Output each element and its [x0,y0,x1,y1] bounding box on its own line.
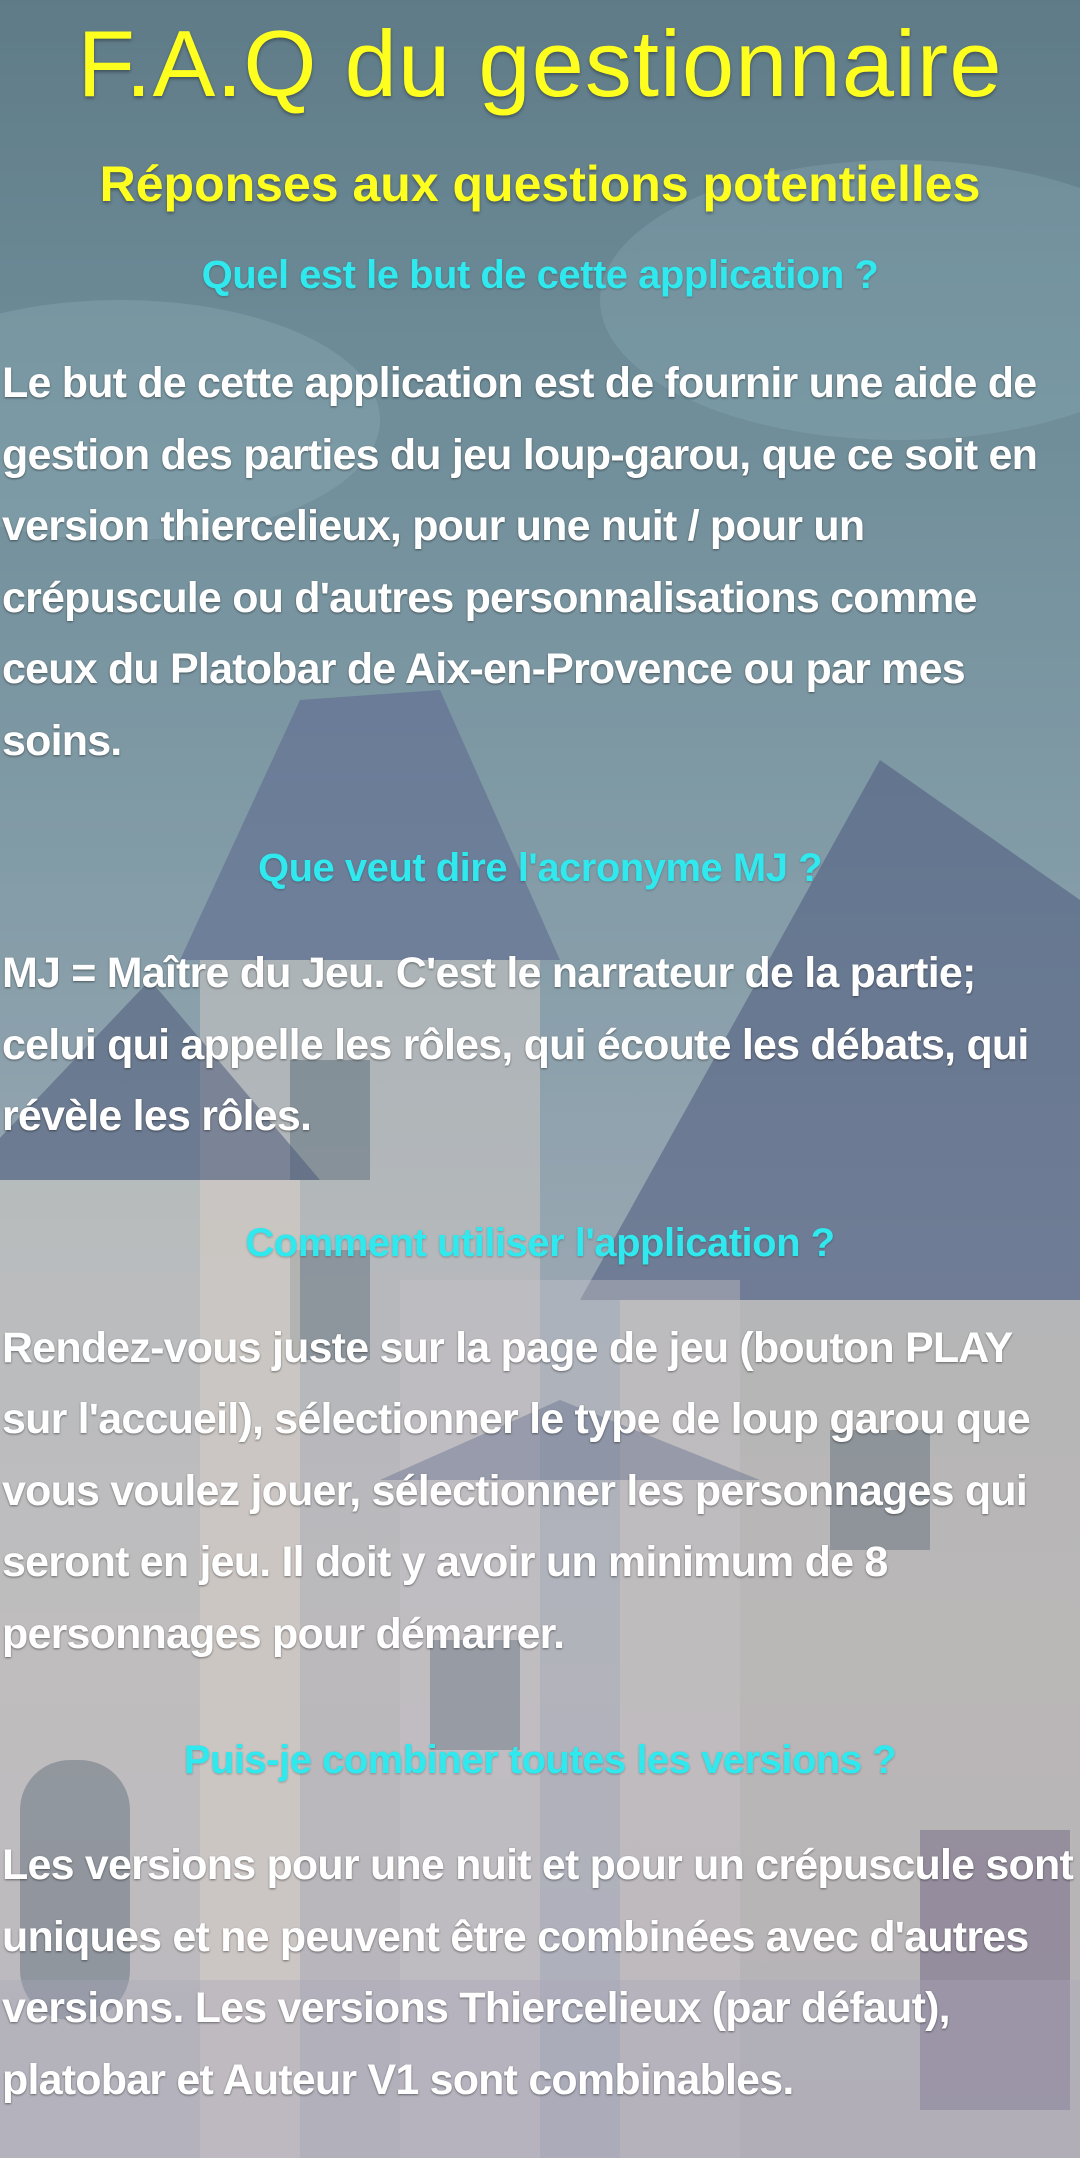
page-subtitle: Réponses aux questions potentielles [99,156,981,212]
faq-answer: Les versions pour une nuit et pour un cr… [2,1841,1074,2104]
faq-question: Quel est le but de cette application ? [201,253,879,297]
faq-question: Que veut dire l'acronyme MJ ? [257,846,823,890]
faq-answer: MJ = Maître du Jeu. C'est le narrateur d… [2,949,1029,1140]
faq-item: Quel est le but de cette application ? L… [0,250,1080,777]
faq-item: Que veut dire l'acronyme MJ ? MJ = Maîtr… [0,843,1080,1153]
faq-item: Puis-je combiner toutes les versions ? L… [0,1735,1080,2116]
page-title: F.A.Q du gestionnaire [77,11,1003,116]
faq-content: F.A.Q du gestionnaire Réponses aux quest… [0,0,1080,2116]
faq-answer: Rendez-vous juste sur la page de jeu (bo… [2,1323,1031,1658]
faq-answer: Le but de cette application est de fourn… [2,359,1038,765]
faq-item: Comment utiliser l'application ? Rendez-… [0,1218,1080,1671]
faq-question: Comment utiliser l'application ? [245,1220,835,1265]
faq-question: Puis-je combiner toutes les versions ? [183,1738,897,1782]
faq-list: Quel est le but de cette application ? L… [0,250,1080,2116]
